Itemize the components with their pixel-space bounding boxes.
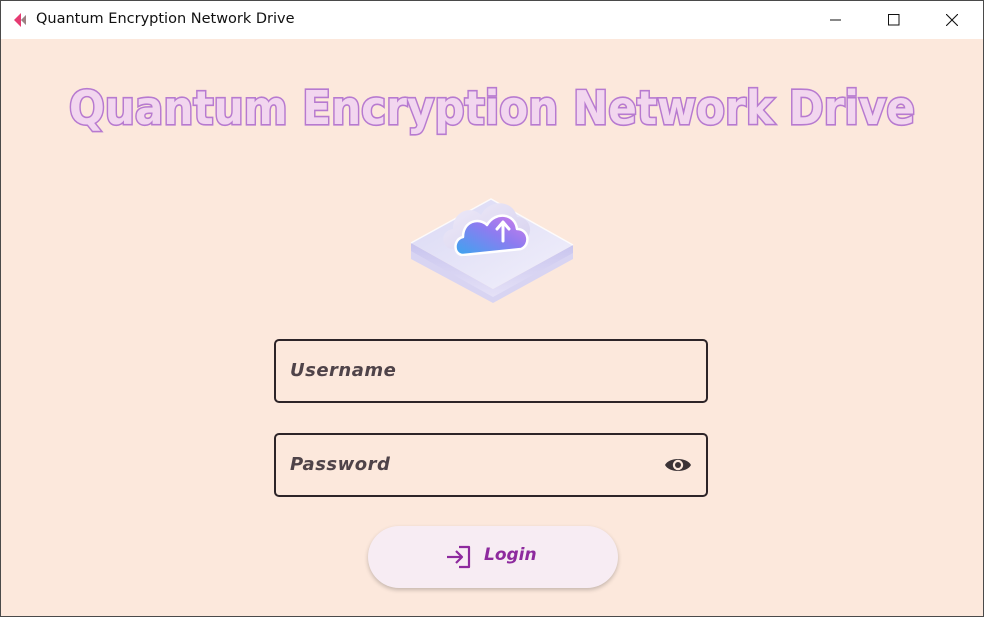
app-logo-icon: [14, 13, 26, 27]
app-window: Quantum Encryption Network Drive Quantum…: [0, 0, 984, 617]
password-placeholder: Password: [290, 454, 391, 475]
minimize-icon: [830, 19, 841, 21]
maximize-button[interactable]: [865, 1, 923, 39]
close-icon: [946, 14, 958, 26]
login-button[interactable]: Login: [368, 526, 618, 588]
window-title: Quantum Encryption Network Drive: [36, 11, 295, 27]
close-button[interactable]: [923, 1, 981, 39]
login-icon: [447, 545, 471, 569]
minimize-button[interactable]: [807, 1, 865, 39]
username-field[interactable]: Username: [274, 339, 708, 403]
login-button-label: Login: [484, 545, 537, 565]
username-placeholder: Username: [290, 360, 397, 381]
main-heading: Quantum Encryption Network Drive: [67, 79, 916, 136]
main-heading-text: Quantum Encryption Network Drive: [69, 81, 915, 135]
maximize-icon: [888, 14, 900, 26]
title-bar[interactable]: Quantum Encryption Network Drive: [1, 1, 983, 39]
password-field[interactable]: Password: [274, 433, 708, 497]
cloud-upload-icon: [410, 198, 574, 303]
eye-icon[interactable]: [664, 453, 692, 477]
